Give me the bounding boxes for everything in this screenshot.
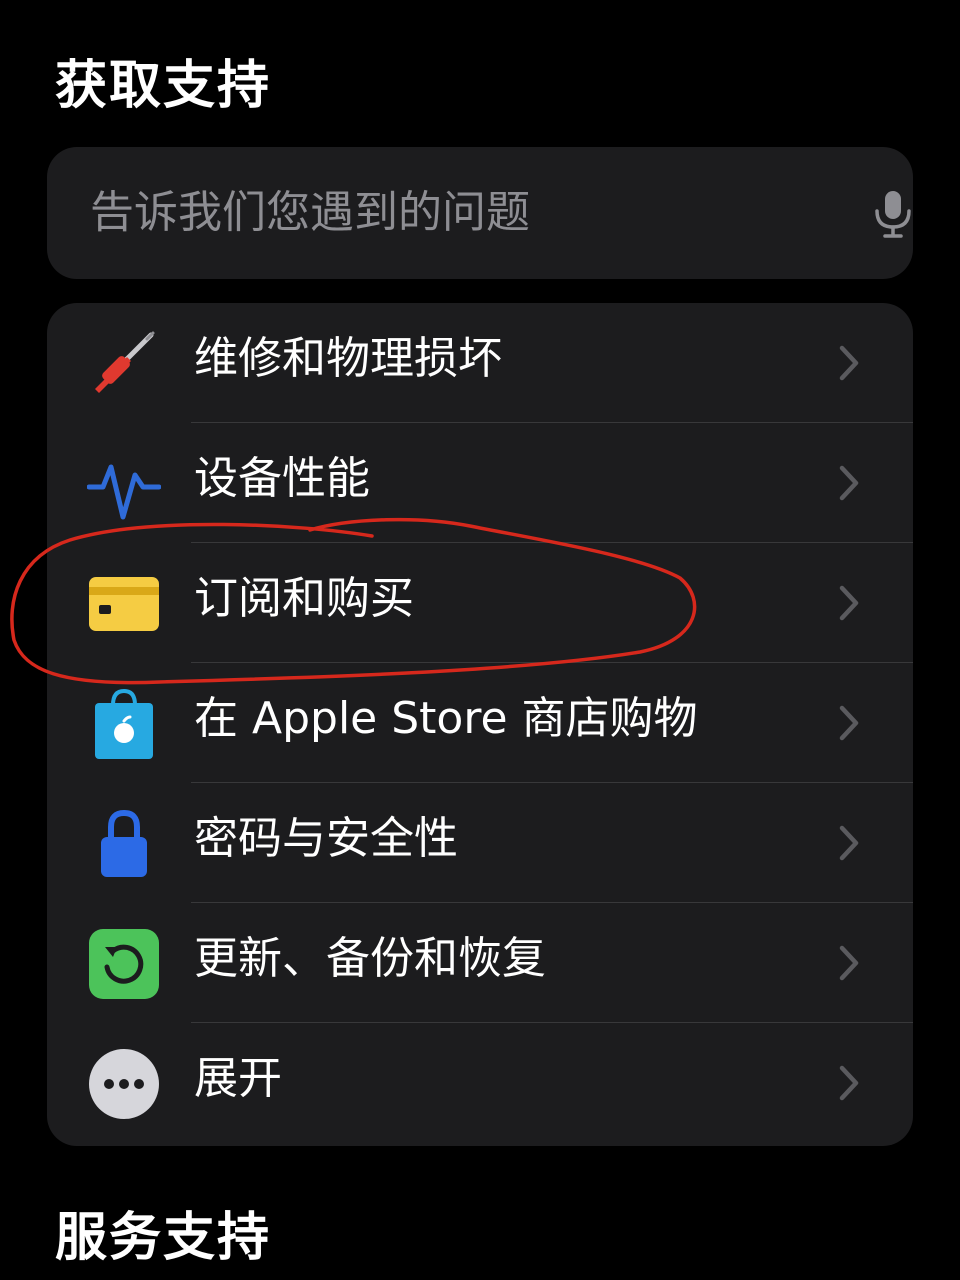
list-item-label: 维修和物理损坏 [194, 333, 502, 384]
chevron-right-icon [839, 465, 859, 501]
search-input[interactable]: 告诉我们您遇到的问题 [90, 187, 530, 240]
search-bar[interactable]: 告诉我们您遇到的问题 [47, 147, 913, 279]
chevron-right-icon [839, 585, 859, 621]
more-icon [89, 1049, 159, 1119]
screwdriver-icon [95, 331, 155, 393]
list-item-performance[interactable]: 设备性能 [47, 423, 913, 543]
chevron-right-icon [839, 1065, 859, 1101]
chevron-right-icon [839, 825, 859, 861]
support-topics-list: 维修和物理损坏 设备性能 订阅和购买 在 Apple Store 商店购物 密码… [47, 303, 913, 1146]
card-icon [89, 577, 159, 631]
list-item-label: 设备性能 [194, 453, 370, 504]
chevron-right-icon [839, 945, 859, 981]
restore-icon [89, 929, 159, 999]
chevron-right-icon [839, 345, 859, 381]
page-title: 获取支持 [55, 56, 272, 116]
heartbeat-icon [87, 464, 161, 520]
shopping-bag-icon [95, 688, 153, 759]
list-item-repair[interactable]: 维修和物理损坏 [47, 303, 913, 423]
lock-icon [101, 809, 147, 877]
chevron-right-icon [839, 705, 859, 741]
microphone-icon[interactable] [865, 187, 921, 243]
list-item-label: 订阅和购买 [194, 573, 414, 624]
support-page: 获取支持 告诉我们您遇到的问题 维修和物理损坏 设备性能 订阅和购买 在 App… [0, 0, 960, 1280]
list-item-label: 展开 [194, 1053, 282, 1104]
list-item-label: 在 Apple Store 商店购物 [194, 693, 698, 744]
list-item-expand[interactable]: 展开 [47, 1023, 913, 1143]
list-item-updates-backup[interactable]: 更新、备份和恢复 [47, 903, 913, 1023]
list-item-label: 更新、备份和恢复 [194, 933, 546, 984]
list-item-label: 密码与安全性 [194, 813, 458, 864]
list-item-passwords[interactable]: 密码与安全性 [47, 783, 913, 903]
list-item-subscriptions[interactable]: 订阅和购买 [47, 543, 913, 663]
list-item-apple-store[interactable]: 在 Apple Store 商店购物 [47, 663, 913, 783]
section-title-service: 服务支持 [55, 1208, 272, 1268]
